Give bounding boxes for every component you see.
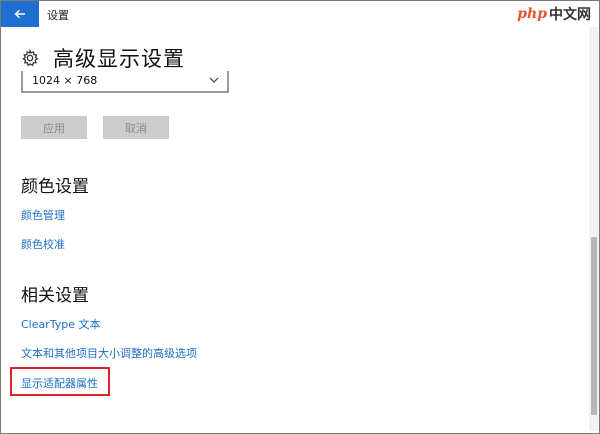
watermark-suffix: 中文网 xyxy=(549,7,591,23)
vertical-scrollbar[interactable] xyxy=(589,27,599,431)
settings-window: 设置 php 中文网 高级显示设置 1024 × 768 应用 取消 颜色设置 … xyxy=(0,0,600,434)
color-management-link[interactable]: 颜色管理 xyxy=(21,207,65,223)
cancel-button[interactable]: 取消 xyxy=(103,116,169,139)
page-header: 高级显示设置 xyxy=(21,43,185,73)
page-title: 高级显示设置 xyxy=(53,47,185,71)
color-settings-heading: 颜色设置 xyxy=(21,177,89,197)
related-settings-heading: 相关设置 xyxy=(21,286,89,306)
resolution-dropdown[interactable]: 1024 × 768 xyxy=(21,71,229,93)
resolution-value: 1024 × 768 xyxy=(32,74,98,87)
window-title: 设置 xyxy=(47,9,69,22)
watermark-brand: php xyxy=(517,6,547,22)
color-calibration-link[interactable]: 颜色校准 xyxy=(21,236,65,252)
scroll-thumb[interactable] xyxy=(591,237,597,415)
back-button[interactable] xyxy=(1,1,39,27)
apply-button[interactable]: 应用 xyxy=(21,116,87,139)
highlight-box xyxy=(10,367,110,396)
gear-icon xyxy=(22,49,39,67)
title-bar: 设置 php 中文网 xyxy=(1,1,599,27)
advanced-sizing-link[interactable]: 文本和其他项目大小调整的高级选项 xyxy=(21,345,197,361)
arrow-left-icon xyxy=(14,9,25,19)
watermark: php 中文网 xyxy=(517,4,591,24)
cleartype-text-link[interactable]: ClearType 文本 xyxy=(21,316,101,332)
chevron-down-icon xyxy=(209,77,219,83)
